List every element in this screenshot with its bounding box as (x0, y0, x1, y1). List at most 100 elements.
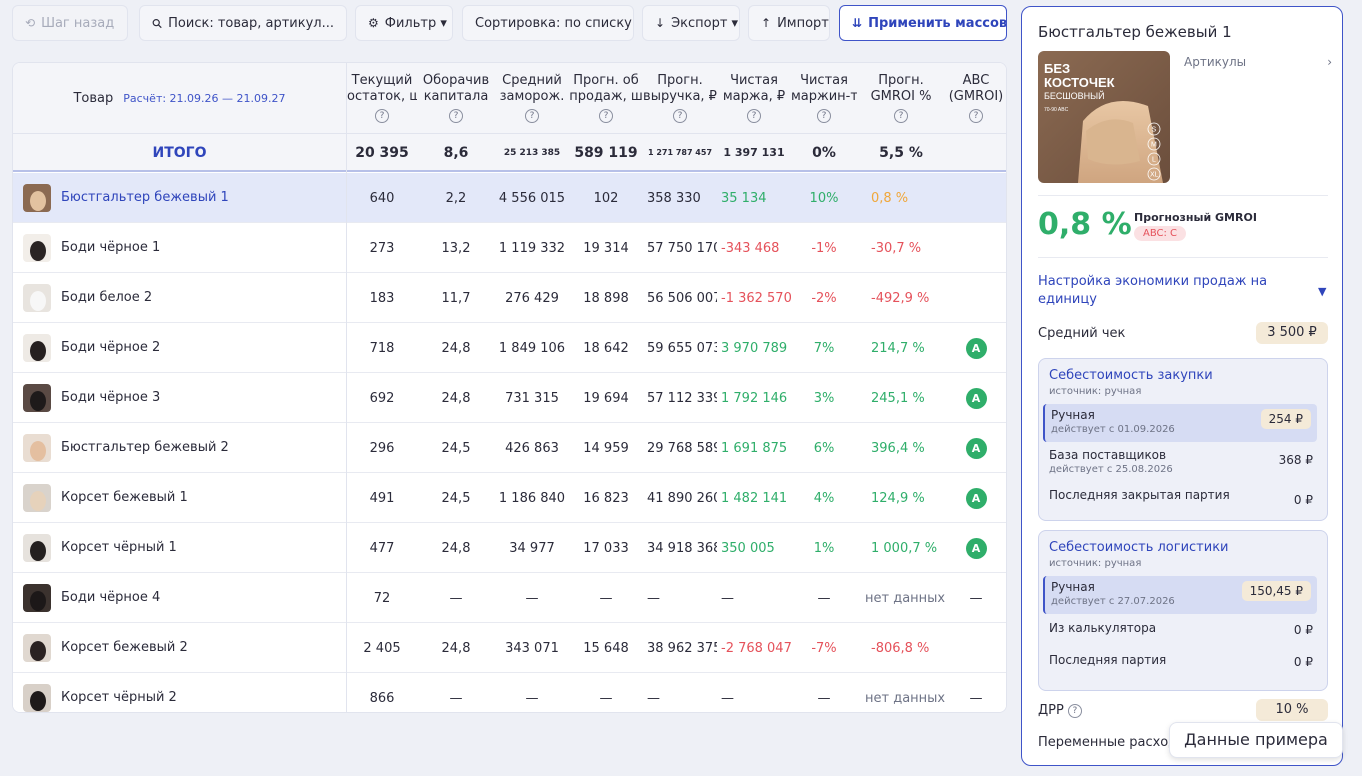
cell-turn: 24,8 (441, 541, 471, 556)
column-header-line: Прогн. об (573, 73, 639, 88)
export-label: Экспорт ▾ (671, 15, 739, 31)
cell-margin: -1 362 570 (721, 291, 791, 306)
product-name[interactable]: Боди чёрное 3 (61, 373, 160, 423)
cell-gmroi: -492,9 % (871, 291, 930, 306)
cell-turn: 24,8 (441, 391, 471, 406)
column-header-line: Прогн. (657, 73, 703, 88)
product-thumbnail (23, 434, 51, 462)
total-value: 25 213 385 (503, 148, 561, 158)
column-header[interactable]: Средний заморож.? (495, 63, 569, 134)
column-header-line: GMROI % (870, 89, 932, 104)
cell-gmroi: 0,8 % (871, 191, 909, 206)
cell-stock: 866 (369, 691, 395, 706)
product-thumbnail (23, 534, 51, 562)
panel-title: Бюстгальтер бежевый 1 (1038, 23, 1232, 41)
export-button[interactable]: ↓ Экспорт ▾ (642, 5, 740, 41)
help-icon[interactable]: ? (747, 109, 761, 123)
product-column-header[interactable]: Товар Расчёт: 21.09.26 — 21.09.27 (13, 63, 346, 134)
cell-revenue: — (647, 691, 660, 706)
help-icon[interactable]: ? (375, 109, 389, 123)
product-name[interactable]: Боди белое 2 (61, 273, 152, 323)
variable-costs-label: Переменные расходы (1038, 735, 1188, 750)
column-header[interactable]: Чистаямаржин-ть? (791, 63, 857, 134)
undo-button[interactable]: ⟲ Шаг назад (12, 5, 128, 41)
table-row[interactable]: Корсет чёрный 1 477 24,8 34 977 17 033 34 918… (13, 523, 1006, 573)
help-icon[interactable]: ? (817, 109, 831, 123)
product-name[interactable]: Корсет бежевый 2 (61, 623, 188, 673)
avg-check-input[interactable]: 3 500 ₽ (1256, 322, 1328, 344)
product-name[interactable]: Корсет бежевый 1 (61, 473, 188, 523)
logistics-option-last-batch[interactable]: Последняя партия 0 ₽ (1043, 649, 1317, 687)
purchase-option-last-batch[interactable]: Последняя закрытая партия 0 ₽ (1043, 484, 1317, 522)
table-row[interactable]: Бюстгальтер бежевый 1 640 2,2 4 556 015 102 3… (13, 173, 1006, 223)
import-button[interactable]: ↑ Импорт (748, 5, 830, 41)
product-name[interactable]: Боди чёрное 4 (61, 573, 160, 623)
column-header[interactable]: Прогн. об продаж, ш? (569, 63, 643, 134)
option-value[interactable]: 254 ₽ (1260, 409, 1311, 429)
logistics-cost-source: источник: ручная (1049, 558, 1142, 569)
column-header[interactable]: Прогн. GMROI %? (857, 63, 945, 134)
apply-mass-button[interactable]: ⇊ Применить массово (839, 5, 1007, 41)
column-header[interactable]: Прогн. выручка, ₽? (643, 63, 717, 134)
search-input[interactable]: Поиск: товар, артикул... (139, 5, 347, 41)
table-row[interactable]: Боди чёрное 4 72 — — — — — — нет данных — (13, 573, 1006, 623)
cell-turn: 2,2 (445, 191, 467, 206)
articles-label: Артикулы (1184, 55, 1247, 69)
drr-input[interactable]: 10 % (1256, 699, 1328, 721)
column-header[interactable]: Оборачив капитала? (417, 63, 495, 134)
table-row[interactable]: Корсет бежевый 2 2 405 24,8 343 071 15 648 38… (13, 623, 1006, 673)
cell-abc (945, 273, 1006, 323)
cell-stock: 273 (369, 241, 395, 256)
cell-abc: — (969, 591, 983, 606)
cell-margin: -343 468 (721, 241, 780, 256)
table-row[interactable]: Корсет чёрный 2 866 — — — — — — нет данных — (13, 673, 1006, 712)
articles-link[interactable]: Артикулы › (1184, 55, 1332, 69)
product-thumbnail (23, 184, 51, 212)
product-name[interactable]: Корсет чёрный 2 (61, 673, 177, 712)
cell-sales: 18 898 (583, 291, 629, 306)
cell-margin: 1 691 875 (721, 441, 788, 456)
cell-sales: 18 642 (583, 341, 629, 356)
cell-abc: A (945, 473, 1006, 523)
cell-turn: 11,7 (441, 291, 471, 306)
product-name[interactable]: Бюстгальтер бежевый 1 (61, 173, 229, 223)
triangle-down-icon[interactable]: ▼ (1318, 285, 1326, 298)
totals-label: ИТОГО (152, 145, 207, 161)
table-row[interactable]: Бюстгальтер бежевый 2 296 24,5 426 863 14 95… (13, 423, 1006, 473)
product-name[interactable]: Бюстгальтер бежевый 2 (61, 423, 229, 473)
product-name[interactable]: Корсет чёрный 1 (61, 523, 177, 573)
product-name[interactable]: Боди чёрное 2 (61, 323, 160, 373)
help-icon[interactable]: ? (1067, 703, 1082, 718)
apply-mass-label: Применить массово (868, 15, 1007, 31)
cell-margin-pct: 6% (813, 441, 835, 456)
table-row[interactable]: Боди белое 2 183 11,7 276 429 18 898 56 506 0… (13, 273, 1006, 323)
purchase-option-suppliers[interactable]: База поставщиков действует с 25.08.2026 … (1043, 444, 1317, 482)
option-value[interactable]: 150,45 ₽ (1241, 581, 1311, 601)
help-icon[interactable]: ? (969, 109, 983, 123)
sort-button[interactable]: Сортировка: по списку (462, 5, 634, 41)
cell-stock: 640 (369, 191, 395, 206)
unit-economics-toggle[interactable]: Настройка экономики продаж на единицу (1038, 273, 1270, 309)
arrow-down-icon: ↓ (655, 16, 666, 30)
option-sub: действует с 27.07.2026 (1051, 596, 1175, 607)
help-icon[interactable]: ? (673, 109, 687, 123)
purchase-cost-title: Себестоимость закупки (1049, 368, 1213, 383)
column-header-line: выручка, ₽ (643, 89, 717, 104)
purchase-option-manual[interactable]: Ручная действует с 01.09.2026 254 ₽ (1043, 404, 1317, 442)
column-header[interactable]: ABC (GMROI)? (945, 63, 1006, 134)
column-header-line: продаж, ш (569, 89, 643, 104)
column-header[interactable]: Текущий остаток, ш? (347, 63, 417, 134)
table-row[interactable]: Боди чёрное 2 718 24,8 1 849 106 18 642 59 65… (13, 323, 1006, 373)
filter-button[interactable]: ⚙ Фильтр ▾ (355, 5, 453, 41)
column-header-line: Текущий (351, 73, 413, 88)
table-row[interactable]: Боди чёрное 3 692 24,8 731 315 19 694 57 112 … (13, 373, 1006, 423)
help-icon[interactable]: ? (894, 109, 908, 123)
product-name[interactable]: Боди чёрное 1 (61, 223, 160, 273)
table-row[interactable]: Корсет бежевый 1 491 24,5 1 186 840 16 823 41… (13, 473, 1006, 523)
help-icon[interactable]: ? (599, 109, 613, 123)
logistics-option-manual[interactable]: Ручная действует с 27.07.2026 150,45 ₽ (1043, 576, 1317, 614)
column-header[interactable]: Чистая маржа, ₽? (717, 63, 791, 134)
help-icon[interactable]: ? (525, 109, 539, 123)
table-row[interactable]: Боди чёрное 1 273 13,2 1 119 332 19 314 57 75… (13, 223, 1006, 273)
help-icon[interactable]: ? (449, 109, 463, 123)
